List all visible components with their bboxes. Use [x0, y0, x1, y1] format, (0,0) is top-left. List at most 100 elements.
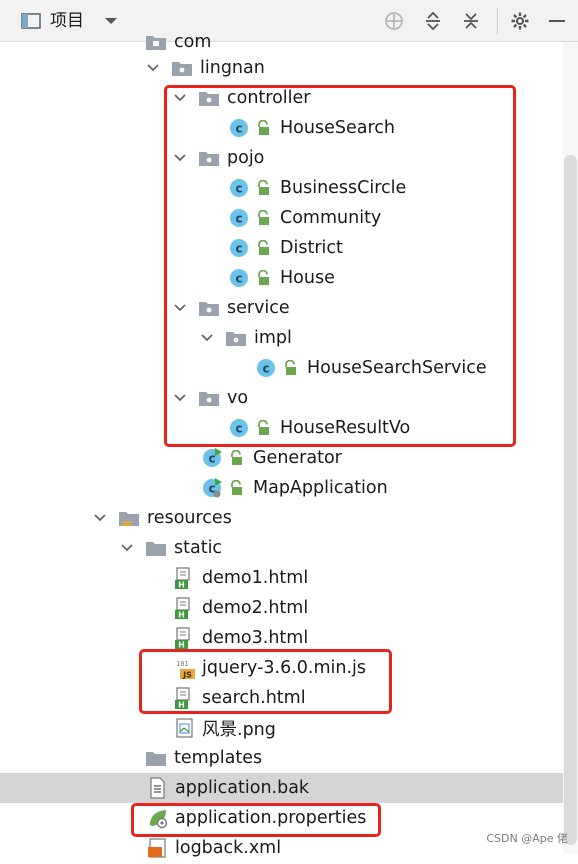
dropdown-icon[interactable] [102, 0, 120, 42]
tree-item-mapapplication[interactable]: c MapApplication [202, 473, 388, 503]
lock-icon [256, 179, 270, 196]
tree-item-label: demo2.html [202, 598, 309, 618]
tree-item-house[interactable]: c House [229, 263, 335, 293]
tree-item-label: HouseSearch [280, 118, 395, 138]
svg-text:c: c [235, 122, 242, 136]
chevron-down-icon[interactable] [173, 293, 187, 323]
svg-text:c: c [235, 212, 242, 226]
svg-text:H: H [178, 611, 185, 620]
project-view-title[interactable]: 项目 [50, 0, 84, 42]
lock-icon [283, 359, 297, 376]
gear-icon[interactable] [509, 0, 531, 42]
minimize-icon[interactable] [548, 0, 566, 42]
tree-item-label: Generator [253, 448, 342, 468]
package-icon [199, 390, 219, 406]
project-toolbar: 项目 [0, 0, 578, 42]
tree-item-label: pojo [227, 148, 265, 168]
tree-item-label: Community [280, 208, 382, 228]
tree-item-label: controller [227, 88, 311, 108]
tree-item-vo[interactable]: vo [173, 383, 248, 413]
tree-item-logback-xml[interactable]: logback.xml [148, 833, 281, 863]
tree-item-impl[interactable]: impl [200, 323, 292, 353]
svg-text:c: c [235, 182, 242, 196]
tree-item-scenery-png[interactable]: 风景.png [175, 713, 276, 743]
spring-properties-icon [148, 807, 168, 829]
class-icon: c [229, 268, 249, 288]
svg-text:c: c [235, 422, 242, 436]
tree-item-search-html[interactable]: H search.html [175, 683, 306, 713]
tree-item-label: impl [254, 328, 292, 348]
xml-file-icon [148, 837, 168, 859]
resources-folder-icon [119, 510, 139, 526]
tree-item-static[interactable]: static [120, 533, 222, 563]
package-icon [172, 60, 192, 76]
chevron-down-icon[interactable] [173, 143, 187, 173]
chevron-down-icon[interactable] [120, 533, 134, 563]
package-icon [199, 300, 219, 316]
tree-item-demo3[interactable]: H demo3.html [175, 623, 308, 653]
tree-item-label: templates [174, 748, 263, 768]
tree-item-label: demo3.html [202, 628, 309, 648]
tree-item-label: com [174, 32, 212, 52]
svg-text:c: c [262, 362, 269, 376]
scrollbar-thumb[interactable] [564, 155, 577, 845]
tree-item-district[interactable]: c District [229, 233, 343, 263]
tree-item-community[interactable]: c Community [229, 203, 381, 233]
tree-item-label: service [227, 298, 290, 318]
tree-item-houseresultvo[interactable]: c HouseResultVo [229, 413, 410, 443]
chevron-down-icon[interactable] [146, 53, 160, 83]
collapse-all-icon[interactable] [460, 0, 482, 42]
toolbar-separator [497, 8, 498, 34]
lock-icon [229, 479, 243, 496]
tree-item-businesscircle[interactable]: c BusinessCircle [229, 173, 406, 203]
locate-icon[interactable] [383, 0, 405, 42]
svg-text:H: H [178, 581, 185, 590]
expand-all-icon[interactable] [422, 0, 444, 42]
tree-item-label: logback.xml [175, 838, 282, 858]
tree-item-application-bak[interactable]: application.bak [0, 773, 578, 803]
tree-item-label: 风景.png [202, 719, 276, 740]
tree-item-label: jquery-3.6.0.min.js [202, 658, 367, 678]
class-icon: c [229, 118, 249, 138]
tree-item-label: HouseSearchService [307, 358, 487, 378]
svg-text:JS: JS [182, 671, 192, 680]
tree-item-label: HouseResultVo [280, 418, 411, 438]
chevron-down-icon[interactable] [200, 323, 214, 353]
lock-icon [256, 419, 270, 436]
svg-text:H: H [178, 701, 185, 710]
tree-item-housesearchservice[interactable]: c HouseSearchService [256, 353, 487, 383]
class-icon: c [229, 418, 249, 438]
svg-text:H: H [178, 641, 185, 650]
tree-item-application-properties[interactable]: application.properties [148, 803, 366, 833]
tree-item-demo2[interactable]: H demo2.html [175, 593, 308, 623]
chevron-down-icon[interactable] [93, 503, 107, 533]
tree-item-resources[interactable]: resources [93, 503, 232, 533]
html-file-icon: H [175, 597, 195, 620]
html-file-icon: H [175, 567, 195, 590]
js-file-icon: 101 JS [175, 657, 195, 680]
tree-item-controller[interactable]: controller [173, 83, 310, 113]
project-view-icon [20, 0, 42, 42]
tree-item-pojo[interactable]: pojo [173, 143, 264, 173]
tree-item-label: House [280, 268, 335, 288]
tree-item-lingnan[interactable]: lingnan [146, 53, 265, 83]
svg-text:101: 101 [176, 660, 189, 668]
tree-item-demo1[interactable]: H demo1.html [175, 563, 308, 593]
svg-text:c: c [235, 242, 242, 256]
tree-item-label: demo1.html [202, 568, 309, 588]
lock-icon [256, 119, 270, 136]
tree-item-housesearch[interactable]: c HouseSearch [229, 113, 395, 143]
text-file-icon [148, 777, 168, 799]
tree-item-label: vo [227, 388, 249, 408]
tree-item-templates[interactable]: templates [146, 743, 262, 773]
tree-item-jquery[interactable]: 101 JS jquery-3.6.0.min.js [175, 653, 366, 683]
tree-item-label: BusinessCircle [280, 178, 407, 198]
tree-item-label: lingnan [200, 58, 265, 78]
tree-item-service[interactable]: service [173, 293, 290, 323]
tree-item-generator[interactable]: c Generator [202, 443, 342, 473]
chevron-down-icon[interactable] [173, 83, 187, 113]
tree-item-label: application.properties [175, 808, 367, 828]
package-icon [226, 330, 246, 346]
tree-item-label: static [174, 538, 223, 558]
chevron-down-icon[interactable] [173, 383, 187, 413]
